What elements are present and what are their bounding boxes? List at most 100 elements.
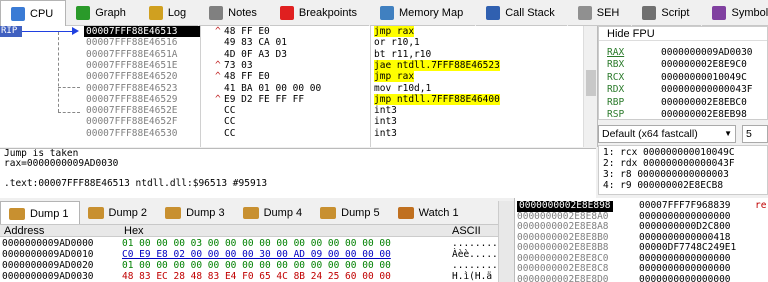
instruction-address: 00007FFF88E4651A bbox=[86, 48, 178, 60]
pane-splitter[interactable] bbox=[498, 201, 514, 282]
disassembly-row[interactable]: 00007FFF88E46523 41 BA 01 00 00 00 mov r10… bbox=[84, 83, 584, 94]
instruction-bytes: 41 BA 01 00 00 00 bbox=[224, 82, 322, 94]
info-line: rax=0000000009AD0030 bbox=[4, 158, 119, 169]
stack-row[interactable]: 0000000002E8E8A8 0000000000D2C800 bbox=[515, 221, 768, 233]
tab-label: Dump 3 bbox=[186, 207, 225, 219]
tab-breakpoints[interactable]: Breakpoints bbox=[270, 0, 371, 26]
stack-row[interactable]: 0000000002E8E8C8 0000000000000000 bbox=[515, 263, 768, 275]
disassembly-row[interactable]: 00007FFF88E4652F CC int3 bbox=[84, 116, 584, 127]
stack-pane[interactable]: 0000000002E8E898 00007FFF7F968839 re 000000… bbox=[514, 198, 768, 282]
register-rdx[interactable]: RDX 000000000000043F bbox=[607, 84, 757, 95]
tab-dump-5[interactable]: Dump 5 bbox=[312, 201, 390, 224]
arguments-pane[interactable]: 1: rcx 000000000010049C 2: rdx 0000000000… bbox=[598, 145, 768, 195]
tab-label: Dump 2 bbox=[108, 207, 148, 219]
register-name: RBX bbox=[607, 59, 625, 71]
disassembly-row[interactable]: 00007FFF88E46516 49 83 CA 01 or r10,1 bbox=[84, 37, 584, 48]
disassembly-row[interactable]: 00007FFF88E46520 ^ 48 FF E0 jmp rax bbox=[84, 71, 584, 83]
argument-row[interactable]: 2: rdx 000000000000043F bbox=[603, 159, 767, 169]
dump-pane[interactable]: Address Hex ASCII 0000000009AD0000 01 00 … bbox=[0, 225, 498, 282]
dump-hex: 48 83 EC 28 48 83 E4 F0 65 4C 8B 24 25 6… bbox=[122, 271, 391, 282]
tab-dump-2[interactable]: Dump 2 bbox=[80, 201, 158, 224]
register-rbx[interactable]: RBX 000000002E8E9C0 bbox=[607, 59, 757, 70]
address-column-header[interactable]: Address bbox=[4, 225, 44, 237]
dump-icon bbox=[9, 207, 25, 220]
instruction-bytes: 48 FF E0 bbox=[224, 71, 270, 83]
instruction-text: jmp rax bbox=[374, 71, 415, 83]
tab-call-stack[interactable]: Call Stack bbox=[476, 0, 568, 26]
disassembly-row[interactable]: 00007FFF88E46530 CC int3 bbox=[84, 128, 584, 139]
scroll-thumb[interactable] bbox=[586, 70, 596, 96]
register-rsp[interactable]: RSP 000000002E8EB98 bbox=[607, 109, 757, 120]
argument-row[interactable]: 4: r9 000000002E8ECB8 bbox=[603, 181, 767, 191]
dump-row[interactable]: 0000000009AD0030 48 83 EC 28 48 83 E4 F0 … bbox=[0, 271, 498, 282]
tab-label: Dump 1 bbox=[30, 207, 69, 220]
tab-dump-3[interactable]: Dump 3 bbox=[157, 201, 235, 224]
tab-watch-1[interactable]: Watch 1 bbox=[390, 201, 469, 224]
register-rcx[interactable]: RCX 00000000010049C bbox=[607, 72, 757, 83]
tab-log[interactable]: Log bbox=[139, 0, 200, 26]
cpu-icon bbox=[11, 6, 25, 21]
branch-marker: ^ bbox=[215, 26, 221, 37]
registers-pane[interactable]: Hide FPU RAX 0000000009AD0030 RBX 000000002… bbox=[598, 26, 768, 120]
dump-hex: C0 E9 E8 02 00 00 00 00 30 00 AD 09 00 0… bbox=[122, 249, 391, 260]
stack-value: 0000000000D2C800 bbox=[639, 221, 731, 232]
jump-line-branch bbox=[58, 112, 80, 113]
hide-fpu-toggle[interactable]: Hide FPU bbox=[599, 27, 767, 41]
dump-row[interactable]: 0000000009AD0020 01 00 00 00 00 00 00 00 … bbox=[0, 260, 498, 271]
register-rax[interactable]: RAX 0000000009AD0030 bbox=[607, 47, 757, 58]
dump-row[interactable]: 0000000009AD0000 01 00 00 00 03 00 00 00 … bbox=[0, 238, 498, 249]
disassembly-row[interactable]: 00007FFF88E4651A 4D 0F A3 D3 bt r11,r10 bbox=[84, 49, 584, 60]
breakpoint-icon bbox=[279, 6, 294, 20]
register-value: 00000000010049C bbox=[661, 71, 747, 83]
tab-label: Log bbox=[167, 7, 187, 19]
register-value: 000000002E8EB98 bbox=[661, 109, 747, 120]
argument-row[interactable]: 1: rcx 000000000010049C bbox=[603, 148, 767, 158]
stack-row[interactable]: 0000000002E8E8B8 00000DF7748C249E1 bbox=[515, 242, 768, 254]
log-icon bbox=[148, 6, 163, 20]
calling-convention-bar: Default (x64 fastcall) ▼ 5 bbox=[598, 125, 768, 143]
dump-ascii: ........ bbox=[452, 260, 498, 271]
disassembly-row[interactable]: 00007FFF88E4652E CC int3 bbox=[84, 105, 584, 116]
argument-count-stepper[interactable]: 5 bbox=[742, 125, 768, 143]
calling-convention-value: Default (x64 fastcall) bbox=[602, 128, 698, 140]
instruction-bytes: 4D 0F A3 D3 bbox=[224, 48, 287, 60]
branch-marker: ^ bbox=[215, 59, 221, 71]
instruction-text: jmp ntdll.7FFF88E46400 bbox=[374, 93, 500, 105]
dump-header: Address Hex ASCII bbox=[0, 225, 498, 237]
register-value: 000000002E8E9C0 bbox=[661, 59, 747, 71]
tab-label: Dump 5 bbox=[341, 207, 380, 219]
register-name: RCX bbox=[607, 71, 625, 83]
instruction-address: 00007FFF88E46529 bbox=[86, 93, 178, 105]
disassembly-scrollbar[interactable] bbox=[583, 26, 597, 147]
tab-label: Memory Map bbox=[399, 7, 464, 19]
dump-row[interactable]: 0000000009AD0010 C0 E9 E8 02 00 00 00 00 … bbox=[0, 249, 498, 260]
ascii-column-header[interactable]: ASCII bbox=[452, 225, 481, 237]
tab-symbols[interactable]: Symbols bbox=[702, 0, 768, 26]
tab-cpu[interactable]: CPU bbox=[0, 0, 67, 26]
tab-script[interactable]: Script bbox=[632, 0, 703, 26]
tab-notes[interactable]: Notes bbox=[199, 0, 270, 26]
tab-seh[interactable]: SEH bbox=[568, 0, 633, 26]
instruction-address: 00007FFF88E46523 bbox=[86, 82, 178, 94]
disassembly-row[interactable]: 00007FFF88E46513 ^ 48 FF E0 jmp rax bbox=[84, 26, 584, 37]
info-pane: Jump is taken rax=0000000009AD0030 .text… bbox=[0, 148, 596, 198]
disassembly-row[interactable]: 00007FFF88E46529 ^ E9 D2 FE FF FF jmp ntdll… bbox=[84, 93, 584, 105]
tab-dump-1[interactable]: Dump 1 bbox=[0, 201, 80, 224]
instruction-text: int3 bbox=[374, 116, 397, 128]
register-rbp[interactable]: RBP 000000002E8EBC0 bbox=[607, 97, 757, 108]
disassembly-row[interactable]: 00007FFF88E4651E ^ 73 03 jae ntdll.7FFF88E4… bbox=[84, 59, 584, 71]
hex-column-header[interactable]: Hex bbox=[124, 225, 144, 237]
tab-memory-map[interactable]: Memory Map bbox=[370, 0, 477, 26]
stack-row[interactable]: 0000000002E8E898 00007FFF7F968839 re bbox=[515, 200, 768, 212]
stack-address: 0000000002E8E898 bbox=[517, 200, 613, 212]
tab-dump-4[interactable]: Dump 4 bbox=[235, 201, 313, 224]
rip-arrow-icon bbox=[72, 27, 79, 35]
calling-convention-select[interactable]: Default (x64 fastcall) ▼ bbox=[598, 125, 736, 143]
tab-graph[interactable]: Graph bbox=[66, 0, 139, 26]
disassembly-pane[interactable]: RIP 00007FFF88E46513 ^ 48 FF E0 jmp rax 0000… bbox=[0, 26, 598, 147]
argument-row[interactable]: 3: r8 0000000000000003 bbox=[603, 170, 767, 180]
dump-address: 0000000009AD0020 bbox=[2, 260, 94, 271]
instruction-text: int3 bbox=[374, 127, 397, 139]
stack-row[interactable]: 0000000002E8E8D0 0000000000000000 bbox=[515, 274, 768, 282]
dump-address: 0000000009AD0010 bbox=[2, 249, 94, 260]
